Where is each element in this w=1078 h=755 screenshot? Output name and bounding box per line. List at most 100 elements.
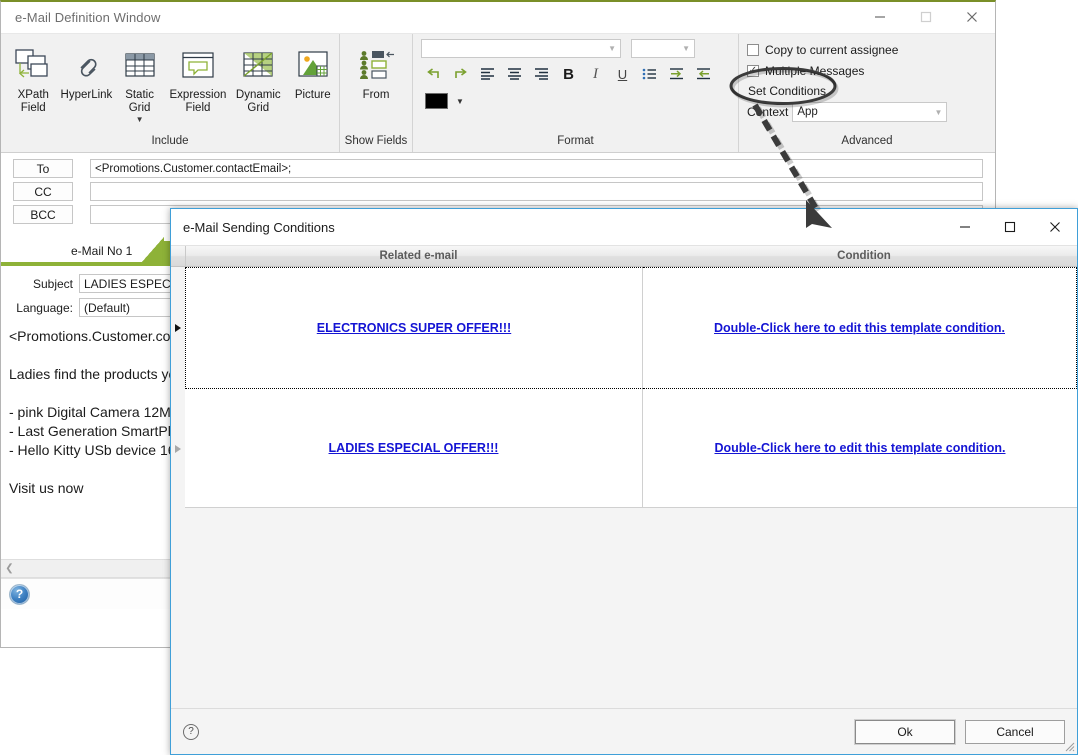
main-window-buttons — [857, 2, 995, 33]
minimize-icon[interactable] — [857, 2, 903, 32]
row-selector[interactable] — [171, 389, 185, 508]
checkbox-box — [747, 43, 759, 56]
help-icon[interactable]: ? — [9, 583, 30, 605]
ribbon-item-label: XPath Field — [17, 89, 49, 114]
ribbon-item-xpath-field[interactable]: XPath Field — [7, 40, 60, 115]
to-input[interactable]: <Promotions.Customer.contactEmail>; — [90, 159, 983, 178]
bullet-list-icon[interactable] — [637, 62, 662, 86]
cancel-button[interactable]: Cancel — [965, 719, 1065, 744]
ribbon-item-label: Static Grid — [125, 89, 154, 114]
minimize-icon[interactable] — [942, 210, 987, 245]
dialog-titlebar: e-Mail Sending Conditions — [171, 209, 1077, 246]
ribbon-group-label: Format — [557, 135, 594, 147]
cell-related-email[interactable]: LADIES ESPECIAL OFFER!!! — [185, 389, 643, 508]
row-current-arrow-icon — [175, 324, 181, 332]
ribbon-item-picture[interactable]: Picture — [286, 40, 339, 102]
xpath-field-icon — [14, 42, 52, 88]
cc-button[interactable]: CC — [13, 182, 73, 201]
ribbon-item-expression-field[interactable]: Expression Field — [166, 40, 230, 115]
tab-slant — [142, 237, 165, 262]
ribbon-item-hyperlink[interactable]: HyperLink — [60, 40, 114, 102]
condition-link[interactable]: Double-Click here to edit this template … — [714, 321, 1005, 335]
column-header-related-email[interactable]: Related e-mail — [186, 246, 651, 266]
help-icon[interactable]: ? — [183, 723, 199, 740]
resize-grip-icon[interactable] — [1063, 740, 1075, 752]
address-row-to: To <Promotions.Customer.contactEmail>; — [13, 159, 983, 178]
to-button[interactable]: To — [13, 159, 73, 178]
align-center-icon[interactable] — [502, 62, 527, 86]
page-title: e-Mail Definition Window — [15, 10, 161, 25]
cc-input[interactable] — [90, 182, 983, 201]
multiple-messages-checkbox[interactable]: Multiple Messages — [747, 62, 864, 79]
conditions-grid-header: Related e-mail Condition — [171, 246, 1077, 267]
dynamic-grid-icon — [238, 42, 278, 88]
decrease-indent-icon[interactable] — [691, 62, 716, 86]
picture-icon — [294, 42, 332, 88]
table-row[interactable]: LADIES ESPECIAL OFFER!!! Double-Click he… — [171, 389, 1077, 508]
text-color-button[interactable] — [421, 89, 451, 113]
context-row: Context App ▼ — [747, 102, 948, 122]
chevron-down-icon[interactable]: ▼ — [136, 116, 144, 124]
dialog-title: e-Mail Sending Conditions — [183, 219, 335, 235]
set-conditions-button[interactable]: Set Conditions — [748, 84, 826, 98]
close-icon[interactable] — [949, 2, 995, 32]
ribbon-group-advanced: Copy to current assignee Multiple Messag… — [739, 34, 995, 152]
align-right-icon[interactable] — [529, 62, 554, 86]
email-sending-conditions-dialog: e-Mail Sending Conditions Related e-mail… — [170, 208, 1078, 755]
context-combo[interactable]: App ▼ — [792, 102, 948, 122]
ribbon: XPath Field HyperLink Static Grid ▼ Expr… — [1, 34, 995, 153]
related-email-link[interactable]: LADIES ESPECIAL OFFER!!! — [329, 441, 499, 455]
ok-button[interactable]: Ok — [855, 719, 955, 744]
dialog-window-buttons — [942, 210, 1077, 245]
ribbon-group-label: Advanced — [841, 135, 893, 147]
address-row-cc: CC — [13, 182, 983, 201]
align-left-icon[interactable] — [475, 62, 500, 86]
increase-indent-icon[interactable] — [664, 62, 689, 86]
ribbon-item-static-grid[interactable]: Static Grid ▼ — [113, 40, 166, 124]
ribbon-group-label: Show Fields — [344, 135, 408, 147]
ribbon-item-label: Picture — [294, 89, 331, 101]
scroll-left-arrow-icon[interactable]: ❮ — [1, 563, 18, 574]
ribbon-item-label: HyperLink — [60, 89, 113, 101]
ribbon-group-label: Include — [151, 135, 189, 147]
related-email-link[interactable]: ELECTRONICS SUPER OFFER!!! — [317, 321, 511, 335]
font-size-combo[interactable]: ▼ — [631, 39, 695, 58]
undo-icon[interactable] — [421, 62, 446, 86]
subject-label: Subject — [32, 276, 73, 291]
bold-icon[interactable]: B — [556, 62, 581, 86]
table-row[interactable]: ELECTRONICS SUPER OFFER!!! Double-Click … — [171, 267, 1077, 389]
ribbon-group-include: XPath Field HyperLink Static Grid ▼ Expr… — [1, 34, 340, 152]
ribbon-group-show-fields: From Show Fields — [340, 34, 413, 152]
ribbon-group-format: ▼ ▼ B I U ▼ Format — [413, 34, 739, 152]
close-icon[interactable] — [1032, 210, 1077, 245]
dialog-footer: ? Ok Cancel — [171, 708, 1077, 754]
cell-condition[interactable]: Double-Click here to edit this template … — [643, 267, 1077, 389]
static-grid-icon — [121, 42, 159, 88]
tab-email-no-1[interactable]: e-Mail No 1 — [61, 241, 142, 262]
column-header-condition[interactable]: Condition — [651, 246, 1077, 266]
underline-icon[interactable]: U — [610, 62, 635, 86]
chevron-down-icon: ▼ — [682, 44, 690, 53]
cell-related-email[interactable]: ELECTRONICS SUPER OFFER!!! — [185, 267, 643, 389]
checkbox-box — [747, 64, 759, 77]
ribbon-item-from[interactable]: From — [349, 40, 403, 102]
font-name-combo[interactable]: ▼ — [421, 39, 621, 58]
text-color-swatch — [424, 93, 448, 109]
maximize-icon[interactable] — [903, 2, 949, 32]
condition-link[interactable]: Double-Click here to edit this template … — [715, 441, 1006, 455]
bcc-button[interactable]: BCC — [13, 205, 73, 224]
from-icon — [356, 42, 396, 88]
chevron-down-icon[interactable]: ▼ — [453, 89, 467, 113]
row-selector[interactable] — [171, 267, 185, 389]
context-value: App — [797, 106, 818, 118]
multiple-messages-label: Multiple Messages — [765, 63, 865, 78]
ribbon-item-dynamic-grid[interactable]: Dynamic Grid — [230, 40, 286, 115]
maximize-icon[interactable] — [987, 210, 1032, 245]
main-titlebar: e-Mail Definition Window — [1, 2, 995, 34]
ribbon-item-label: From — [362, 89, 390, 101]
redo-icon[interactable] — [448, 62, 473, 86]
cell-condition[interactable]: Double-Click here to edit this template … — [643, 389, 1077, 508]
italic-icon[interactable]: I — [583, 62, 608, 86]
copy-to-current-assignee-label: Copy to current assignee — [765, 42, 899, 57]
copy-to-current-assignee-checkbox[interactable]: Copy to current assignee — [747, 41, 898, 58]
